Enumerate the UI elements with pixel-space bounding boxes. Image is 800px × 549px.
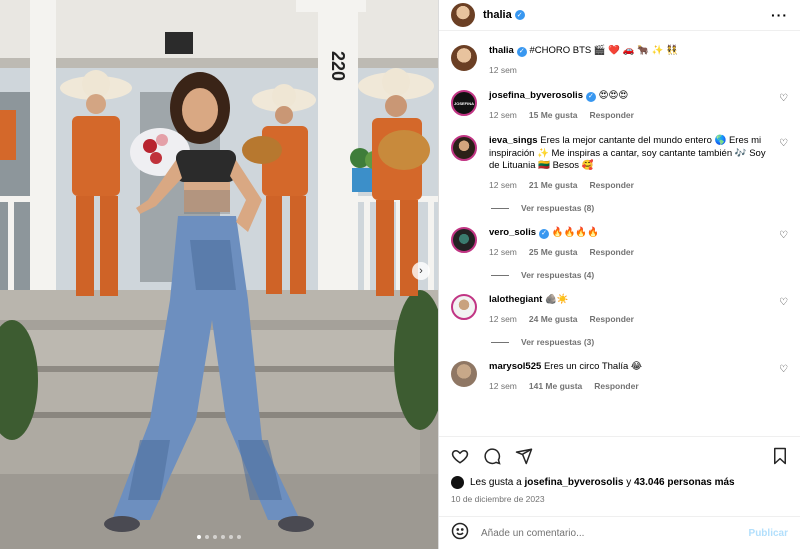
house-number: 220: [328, 51, 348, 81]
replies-line: [491, 207, 509, 209]
reply-button[interactable]: Responder: [590, 109, 634, 122]
likes-count[interactable]: 43.046 personas más: [634, 477, 735, 488]
comments-list[interactable]: thalia ✓ #CHORO BTS 🎬 ❤️ 🚗 🐂 ✨ 👯 12 sem J…: [439, 31, 800, 435]
comment-text: Eres un circo Thalía 😂: [543, 361, 642, 372]
comment-avatar[interactable]: JOSEFINA: [451, 90, 477, 116]
comment-username[interactable]: ieva_sings: [489, 135, 538, 146]
comment-time[interactable]: 12 sem: [489, 109, 517, 122]
comment-text: 😍😍😍: [598, 90, 629, 101]
comment-avatar[interactable]: [451, 294, 477, 320]
likes-middle: y: [626, 477, 632, 488]
comment-likes[interactable]: 25 Me gusta: [529, 246, 578, 259]
caption-time[interactable]: 12 sem: [489, 64, 517, 77]
comment-time[interactable]: 12 sem: [489, 246, 517, 259]
comment-likes[interactable]: 141 Me gusta: [529, 380, 582, 393]
comment-username[interactable]: josefina_byverosolis: [489, 90, 583, 101]
reply-button[interactable]: Responder: [590, 313, 634, 326]
post-side-panel: thalia ✓ ··· thalia ✓ #CHORO BTS 🎬 ❤️ 🚗 🐂…: [438, 0, 800, 549]
reply-button[interactable]: Responder: [590, 179, 634, 192]
view-replies-button[interactable]: Ver respuestas (8): [491, 203, 788, 213]
comment-time[interactable]: 12 sem: [489, 179, 517, 192]
comment-like-heart-icon[interactable]: ♡: [779, 230, 788, 241]
post-header: thalia ✓ ···: [439, 0, 800, 31]
comment-likes[interactable]: 15 Me gusta: [529, 109, 578, 122]
comment-item: JOSEFINA josefina_byverosolis ✓ 😍😍😍 12 se…: [451, 90, 788, 121]
share-icon[interactable]: [515, 447, 533, 465]
carousel-dots: [0, 535, 438, 539]
carousel-dot: [237, 535, 241, 539]
comment-avatar[interactable]: [451, 135, 477, 161]
replies-line: [491, 341, 509, 343]
caption-username[interactable]: thalia: [489, 45, 514, 56]
publish-button[interactable]: Publicar: [749, 528, 788, 539]
view-replies-label: Ver respuestas (4): [521, 270, 595, 280]
view-replies-button[interactable]: Ver respuestas (4): [491, 270, 788, 280]
verified-badge-icon: ✓: [585, 92, 596, 103]
verified-badge-icon: ✓: [516, 47, 527, 58]
caption: thalia ✓ #CHORO BTS 🎬 ❤️ 🚗 🐂 ✨ 👯 12 sem: [451, 45, 788, 76]
comment-avatar[interactable]: [451, 361, 477, 387]
post-date[interactable]: 10 de diciembre de 2023: [451, 494, 545, 504]
carousel-dot: [221, 535, 225, 539]
comment-username[interactable]: lalothegiant: [489, 294, 542, 305]
comment-input[interactable]: [481, 527, 749, 539]
liker-username[interactable]: josefina_byverosolis: [525, 477, 624, 488]
comment-icon[interactable]: [483, 447, 501, 465]
reply-button[interactable]: Responder: [590, 246, 634, 259]
comment-text: 🔥🔥🔥🔥: [551, 227, 599, 238]
comment-like-heart-icon[interactable]: ♡: [779, 297, 788, 308]
post-viewer: 220 › thalia ✓ ··· thalia ✓ #CHORO BTS 🎬…: [0, 0, 800, 549]
comment-item: marysol525 Eres un circo Thalía 😂 12 sem…: [451, 361, 788, 392]
heart-icon[interactable]: [451, 447, 469, 465]
more-horizontal-icon[interactable]: ···: [771, 7, 788, 23]
carousel-dot: [229, 535, 233, 539]
comment-likes[interactable]: 21 Me gusta: [529, 179, 578, 192]
photo-illustration: 220: [0, 0, 438, 549]
caption-avatar[interactable]: [451, 45, 477, 71]
likes-prefix: Les gusta a: [470, 477, 522, 488]
carousel-dot: [205, 535, 209, 539]
comment-like-heart-icon[interactable]: ♡: [779, 93, 788, 104]
comment-likes[interactable]: 24 Me gusta: [529, 313, 578, 326]
view-replies-button[interactable]: Ver respuestas (3): [491, 337, 788, 347]
author-avatar[interactable]: [451, 3, 475, 27]
chevron-right-icon: ›: [419, 265, 423, 277]
comment-username[interactable]: vero_solis: [489, 227, 536, 238]
reply-button[interactable]: Responder: [594, 380, 638, 393]
liker-avatar[interactable]: [451, 476, 464, 489]
caption-text: #CHORO BTS 🎬 ❤️ 🚗 🐂 ✨ 👯: [529, 45, 679, 56]
comment-item: lalothegiant 🪨☀️ 12 sem 24 Me gusta Resp…: [451, 294, 788, 325]
comment-username[interactable]: marysol525: [489, 361, 541, 372]
comment-like-heart-icon[interactable]: ♡: [779, 364, 788, 375]
post-photo[interactable]: 220 ›: [0, 0, 438, 549]
likes-summary: Les gusta a josefina_byverosolis y 43.04…: [451, 476, 788, 489]
carousel-dot: [197, 535, 201, 539]
avatar-logo-text: JOSEFINA: [453, 100, 474, 106]
post-actions-bar: [439, 436, 800, 474]
emoji-icon[interactable]: [451, 522, 469, 545]
comment-time[interactable]: 12 sem: [489, 380, 517, 393]
verified-badge-icon: ✓: [514, 10, 525, 20]
verified-badge-icon: ✓: [539, 229, 549, 240]
author-username[interactable]: thalia: [483, 9, 512, 21]
comment-item: ieva_sings Eres la mejor cantante del mu…: [451, 135, 788, 191]
comment-avatar[interactable]: [451, 227, 477, 253]
view-replies-label: Ver respuestas (3): [521, 337, 595, 347]
comment-text: 🪨☀️: [544, 294, 569, 305]
comment-time[interactable]: 12 sem: [489, 313, 517, 326]
carousel-dot: [213, 535, 217, 539]
comment-like-heart-icon[interactable]: ♡: [779, 138, 788, 149]
carousel-next-button[interactable]: ›: [412, 262, 430, 280]
comment-item: vero_solis ✓ 🔥🔥🔥🔥 12 sem 25 Me gusta Resp…: [451, 227, 788, 258]
comment-composer: Publicar: [439, 516, 800, 549]
view-replies-label: Ver respuestas (8): [521, 203, 595, 213]
replies-line: [491, 274, 509, 276]
bookmark-icon[interactable]: [772, 447, 788, 465]
